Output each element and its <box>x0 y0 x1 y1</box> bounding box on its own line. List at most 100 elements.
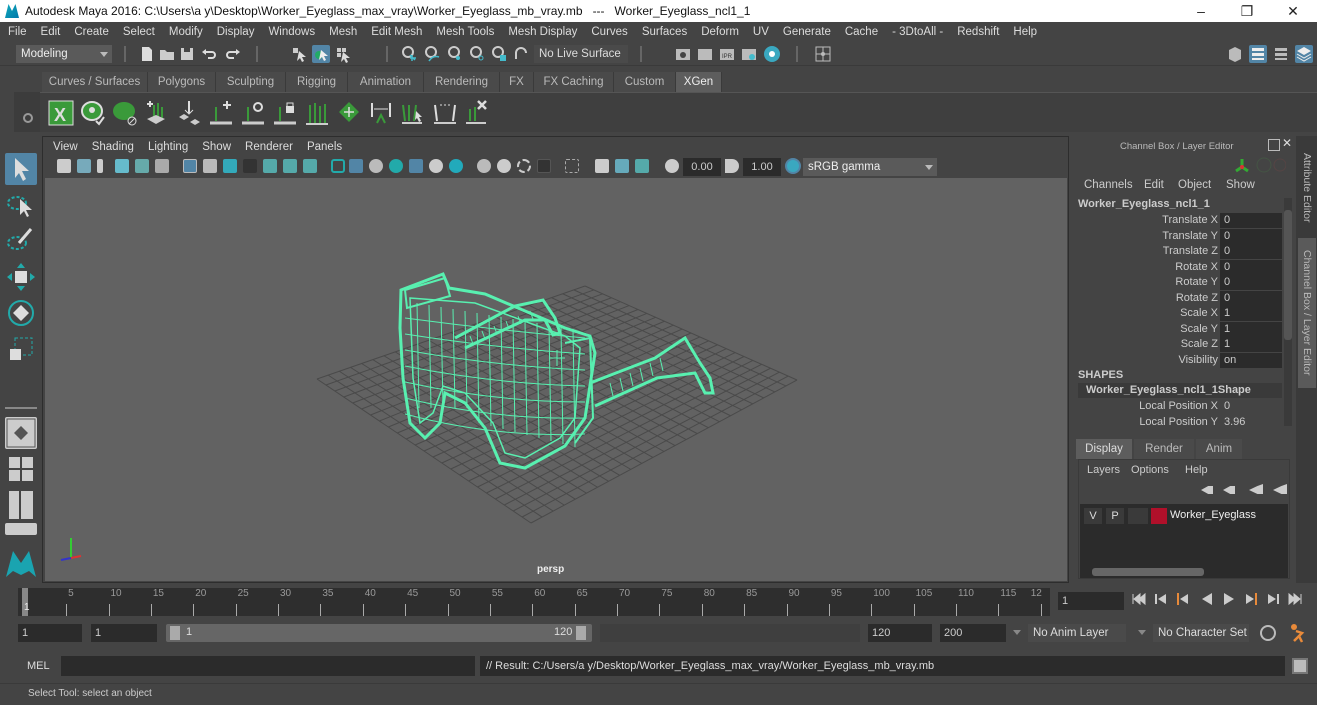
animation-start-field[interactable]: 1 <box>18 624 82 642</box>
menu-3dtoall[interactable]: - 3DtoAll - <box>885 26 950 38</box>
camera-icon[interactable] <box>57 159 71 173</box>
attribute-value-field[interactable]: 1 <box>1220 306 1282 321</box>
layer-color-swatch[interactable] <box>1151 508 1167 524</box>
attribute-label[interactable]: Translate Y <box>1162 229 1218 244</box>
edit-menu[interactable]: Edit <box>1144 179 1164 191</box>
xgen-guide-sculpt-icon[interactable] <box>304 99 330 127</box>
resolution-gate-icon[interactable] <box>223 159 237 173</box>
move-layer-up-icon[interactable] <box>1201 486 1213 494</box>
xgen-delete-description-icon[interactable] <box>112 99 138 127</box>
float-panel-icon[interactable] <box>1268 139 1280 151</box>
script-editor-icon[interactable] <box>1292 658 1308 674</box>
depth-of-field-icon[interactable] <box>537 159 551 173</box>
scene-canvas[interactable] <box>45 178 1067 581</box>
shadows-icon[interactable] <box>449 159 463 173</box>
viewport-menu-show[interactable]: Show <box>195 141 238 153</box>
open-scene-icon[interactable] <box>158 45 176 63</box>
anim-layer-chevron-icon[interactable] <box>1013 630 1021 635</box>
shelf-tab-animation[interactable]: Animation <box>348 72 424 92</box>
layer-visibility-toggle[interactable]: V <box>1084 508 1102 524</box>
attribute-row[interactable]: Scale X1 <box>1072 306 1282 321</box>
shelf-tab-fx-caching[interactable]: FX Caching <box>534 72 614 92</box>
menu-deform[interactable]: Deform <box>694 26 746 38</box>
film-gate-icon[interactable] <box>203 159 217 173</box>
shelf-tab-custom[interactable]: Custom <box>614 72 676 92</box>
attribute-row[interactable]: Scale Z1 <box>1072 337 1282 352</box>
xgen-rebuild-guides-icon[interactable] <box>432 99 458 127</box>
xgen-lock-guide-icon[interactable] <box>272 99 298 127</box>
smooth-shade-icon[interactable] <box>349 159 363 173</box>
four-view-layout-button[interactable] <box>5 453 37 485</box>
channel-box-toggle[interactable] <box>1295 45 1313 63</box>
manipulator-icons[interactable] <box>1234 156 1286 174</box>
layer-display-type-toggle[interactable] <box>1128 508 1148 524</box>
gate-mask-icon[interactable] <box>243 159 257 173</box>
attribute-label[interactable]: Visibility <box>1178 353 1218 368</box>
lasso-tool-button[interactable] <box>5 189 37 221</box>
field-chart-icon[interactable] <box>263 159 277 173</box>
hypershade-icon[interactable] <box>763 45 781 63</box>
channel-box-scrollbar[interactable] <box>1284 198 1292 426</box>
go-to-start-icon[interactable] <box>1132 592 1146 606</box>
shape-name[interactable]: Worker_Eyeglass_ncl1_1Shape <box>1078 383 1282 398</box>
attribute-value-field[interactable]: 0 <box>1220 259 1282 275</box>
step-forward-key-icon[interactable] <box>1266 592 1280 606</box>
hud-icon[interactable] <box>615 159 629 173</box>
attribute-value-field[interactable]: 0 <box>1220 228 1282 244</box>
attribute-row[interactable]: Visibility on <box>1072 352 1282 368</box>
xgen-guide-shape-icon[interactable] <box>400 99 426 127</box>
snap-grid-icon[interactable] <box>400 45 418 63</box>
xgen-place-guides-icon[interactable] <box>176 99 202 127</box>
close-panel-icon[interactable]: ✕ <box>1282 136 1292 150</box>
snap-point-icon[interactable] <box>446 45 464 63</box>
menu-surfaces[interactable]: Surfaces <box>635 26 694 38</box>
menu-curves[interactable]: Curves <box>584 26 634 38</box>
auto-key-icon[interactable] <box>1260 625 1276 641</box>
snap-view-plane-icon[interactable] <box>490 45 508 63</box>
viewport-menu-lighting[interactable]: Lighting <box>141 141 195 153</box>
shelf-settings-icon[interactable] <box>23 113 33 123</box>
playback-start-field[interactable]: 1 <box>91 624 157 642</box>
render-current-frame-icon[interactable] <box>696 45 714 63</box>
wireframe-on-shaded-icon[interactable] <box>369 159 383 173</box>
move-layer-down-icon[interactable] <box>1223 486 1235 494</box>
attribute-row[interactable]: Translate Z0 <box>1072 244 1282 259</box>
select-tool-button[interactable] <box>5 153 37 185</box>
attribute-value-field[interactable]: 0 <box>1220 213 1282 228</box>
menu-mesh-display[interactable]: Mesh Display <box>501 26 584 38</box>
attribute-value-field[interactable]: 3.96 <box>1220 415 1282 430</box>
camera-attributes-icon[interactable] <box>77 159 91 173</box>
isolate-select-icon[interactable] <box>565 159 579 173</box>
menu-help[interactable]: Help <box>1006 26 1044 38</box>
anim-layer-dropdown[interactable]: No Anim Layer <box>1028 624 1126 642</box>
menu-edit-mesh[interactable]: Edit Mesh <box>364 26 429 38</box>
tool-settings-icon[interactable] <box>1272 45 1290 63</box>
range-slider[interactable]: 1 120 <box>166 624 592 642</box>
close-button[interactable]: ✕ <box>1270 0 1316 22</box>
minimize-button[interactable]: – <box>1178 0 1224 22</box>
xgen-guide-length-icon[interactable] <box>368 99 394 127</box>
2d-pan-zoom-icon[interactable] <box>135 159 149 173</box>
maximize-button[interactable]: ❐ <box>1224 0 1270 22</box>
channels-menu[interactable]: Channels <box>1084 179 1133 191</box>
display-layer-tab[interactable]: Display <box>1076 439 1132 459</box>
rotate-tool-button[interactable] <box>5 297 37 329</box>
playback-end-field[interactable]: 120 <box>868 624 932 642</box>
attribute-row[interactable]: Rotate X0 <box>1072 259 1282 275</box>
command-input[interactable] <box>61 656 475 676</box>
attribute-label[interactable]: Local Position Y <box>1139 415 1218 430</box>
attribute-value-field[interactable]: 1 <box>1220 321 1282 337</box>
gamma-icon[interactable] <box>725 159 739 173</box>
fit-view-icon[interactable] <box>635 159 649 173</box>
attribute-value-field[interactable]: on <box>1220 352 1282 368</box>
xgen-create-map-icon[interactable] <box>336 99 362 127</box>
range-end-handle[interactable] <box>576 626 586 640</box>
create-layer-from-selected-icon[interactable] <box>1273 484 1287 494</box>
shelf-tab-curves-surfaces[interactable]: Curves / Surfaces <box>42 72 148 92</box>
menu-set-dropdown[interactable]: Modeling <box>16 45 112 63</box>
xray-active-components-icon[interactable] <box>595 159 609 173</box>
wireframe-icon[interactable] <box>331 159 345 173</box>
help-menu[interactable]: Help <box>1185 464 1208 476</box>
attribute-row[interactable]: Rotate Z0 <box>1072 290 1282 306</box>
xgen-editor-icon[interactable]: X <box>48 99 74 127</box>
